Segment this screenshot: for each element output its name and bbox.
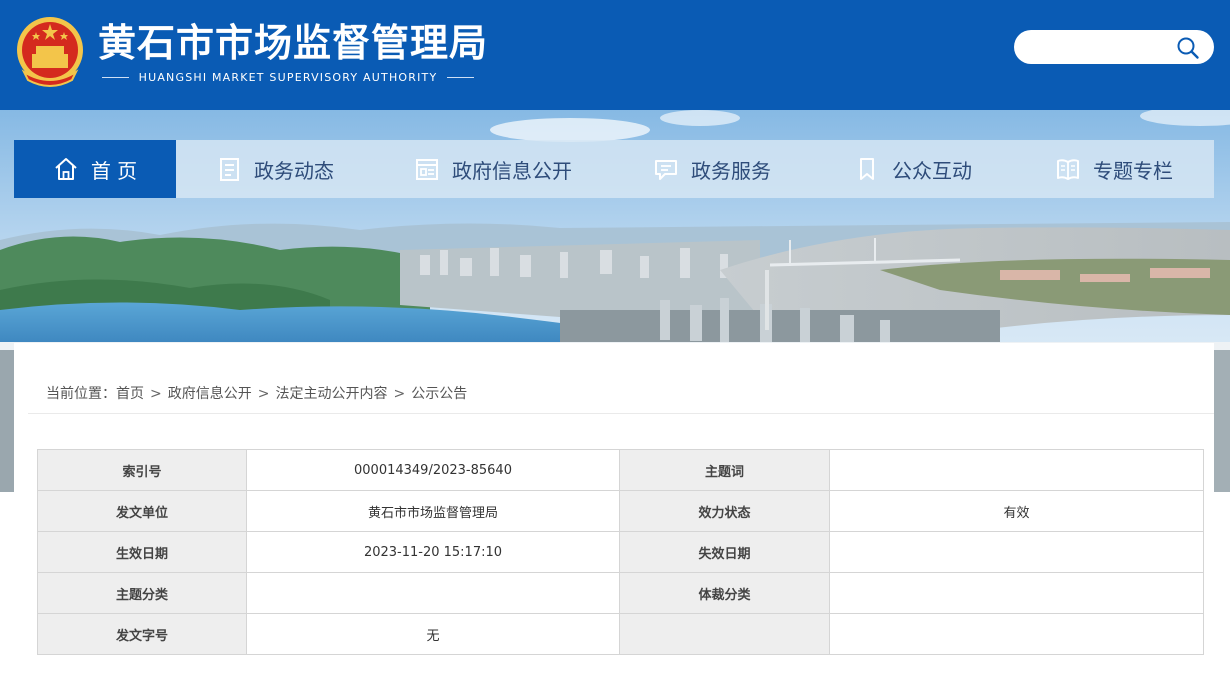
nav-home-label: 首 页 <box>90 158 138 183</box>
label-genre-category: 体裁分类 <box>619 572 830 614</box>
nav-special-topics-label: 专题专栏 <box>1093 158 1173 183</box>
label-empty <box>619 613 830 655</box>
value-validity-status: 有效 <box>829 490 1204 532</box>
breadcrumb: 当前位置：首页 > 政府信息公开 > 法定主动公开内容 > 公示公告 <box>46 383 467 403</box>
breadcrumb-announcements[interactable]: 公示公告 <box>411 386 467 402</box>
site-title: 黄石市市场监督管理局 <box>98 21 489 65</box>
breadcrumb-separator: > <box>150 386 162 402</box>
book-icon <box>1055 156 1081 182</box>
breadcrumb-info-disclosure[interactable]: 政府信息公开 <box>168 386 252 402</box>
value-index-number: 000014349/2023-85640 <box>246 449 620 491</box>
breadcrumb-separator: > <box>393 386 406 402</box>
value-topic-category <box>246 572 620 614</box>
table-row: 主题分类 体裁分类 <box>37 572 1204 614</box>
document-info-table: 索引号 000014349/2023-85640 主题词 发文单位 黄石市市场监… <box>37 449 1204 655</box>
breadcrumb-separator: > <box>257 386 270 402</box>
document-list-icon <box>216 156 242 182</box>
nav-government-services[interactable]: 政务服务 <box>612 140 812 198</box>
search-icon[interactable] <box>1176 36 1200 60</box>
label-index-number: 索引号 <box>37 449 247 491</box>
main-nav: 首 页 政务动态 政府信息公开 政务服务 公众互动 专题专栏 <box>14 140 1214 198</box>
nav-government-services-label: 政务服务 <box>691 158 771 183</box>
national-emblem-icon <box>17 17 83 87</box>
value-effective-date: 2023-11-20 15:17:10 <box>246 531 620 573</box>
site-header: 黄石市市场监督管理局 HUANGSHI MARKET SUPERVISORY A… <box>0 0 1230 110</box>
table-row: 生效日期 2023-11-20 15:17:10 失效日期 <box>37 531 1204 573</box>
nav-public-interaction-label: 公众互动 <box>892 158 972 183</box>
breadcrumb-divider <box>28 413 1214 414</box>
value-subject-keywords <box>829 449 1204 491</box>
nav-government-news[interactable]: 政务动态 <box>176 140 374 198</box>
nav-home[interactable]: 首 页 <box>14 140 176 198</box>
label-subject-keywords: 主题词 <box>619 449 830 491</box>
label-topic-category: 主题分类 <box>37 572 247 614</box>
label-effective-date: 生效日期 <box>37 531 247 573</box>
bookmark-icon <box>854 156 880 182</box>
label-issuing-unit: 发文单位 <box>37 490 247 532</box>
nav-info-disclosure-label: 政府信息公开 <box>452 158 572 183</box>
value-genre-category <box>829 572 1204 614</box>
site-subtitle-row: HUANGSHI MARKET SUPERVISORY AUTHORITY <box>102 68 474 86</box>
value-document-number: 无 <box>246 613 620 655</box>
label-expiry-date: 失效日期 <box>619 531 830 573</box>
value-issuing-unit: 黄石市市场监督管理局 <box>246 490 620 532</box>
nav-special-topics[interactable]: 专题专栏 <box>1014 140 1214 198</box>
breadcrumb-prefix: 当前位置： <box>46 386 116 402</box>
breadcrumb-home[interactable]: 首页 <box>116 386 144 402</box>
home-icon <box>53 156 79 182</box>
breadcrumb-statutory-content[interactable]: 法定主动公开内容 <box>275 386 387 402</box>
table-row: 发文字号 无 <box>37 613 1204 655</box>
info-disclosure-icon <box>414 156 440 182</box>
value-empty <box>829 613 1204 655</box>
chat-service-icon <box>653 156 679 182</box>
nav-public-interaction[interactable]: 公众互动 <box>812 140 1014 198</box>
label-document-number: 发文字号 <box>37 613 247 655</box>
search-input[interactable] <box>1030 36 1184 60</box>
value-expiry-date <box>829 531 1204 573</box>
nav-info-disclosure[interactable]: 政府信息公开 <box>374 140 612 198</box>
site-subtitle: HUANGSHI MARKET SUPERVISORY AUTHORITY <box>138 70 438 84</box>
subtitle-left-line <box>102 76 129 78</box>
subtitle-right-line <box>447 76 474 78</box>
label-validity-status: 效力状态 <box>619 490 830 532</box>
table-row: 发文单位 黄石市市场监督管理局 效力状态 有效 <box>37 490 1204 532</box>
table-row: 索引号 000014349/2023-85640 主题词 <box>37 449 1204 491</box>
nav-government-news-label: 政务动态 <box>254 158 334 183</box>
